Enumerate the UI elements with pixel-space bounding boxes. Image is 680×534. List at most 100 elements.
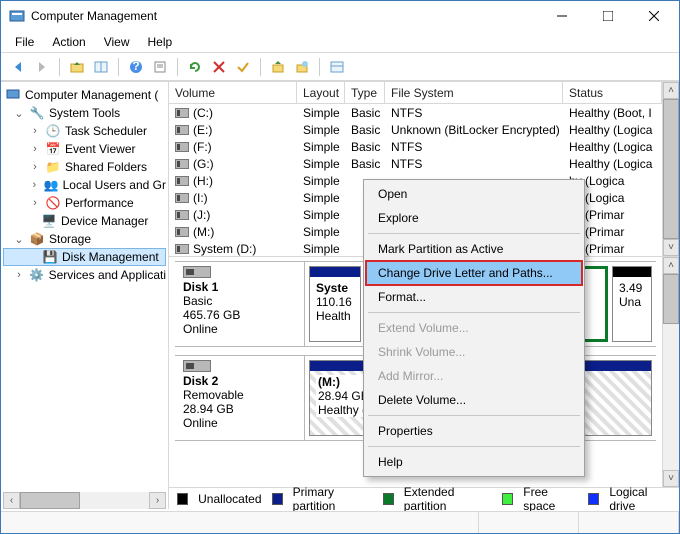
clock-icon: 🕒: [45, 123, 61, 139]
properties-icon[interactable]: [149, 56, 171, 78]
tree-event[interactable]: ›📅Event Viewer: [3, 140, 166, 158]
action-icon-1[interactable]: [267, 56, 289, 78]
scroll-down-icon[interactable]: ˅: [663, 239, 679, 256]
tree-storage[interactable]: ⌄📦Storage: [3, 230, 166, 248]
forward-button[interactable]: [31, 56, 53, 78]
event-icon: 📅: [45, 141, 61, 157]
scroll-up-icon[interactable]: ˄: [663, 82, 679, 99]
volume-icon: [175, 193, 189, 203]
chevron-right-icon[interactable]: ›: [29, 125, 41, 137]
title-bar: Computer Management: [1, 1, 679, 31]
chevron-right-icon[interactable]: ›: [13, 269, 25, 281]
minimize-button[interactable]: [539, 2, 585, 30]
tree-systools[interactable]: ⌄🔧System Tools: [3, 104, 166, 122]
menu-help[interactable]: Help: [140, 33, 181, 51]
action-icon-2[interactable]: [291, 56, 313, 78]
volume-icon: [175, 159, 189, 169]
menu-action[interactable]: Action: [44, 33, 93, 51]
volume-row[interactable]: (F:)SimpleBasicNTFSHealthy (Logica: [169, 138, 662, 155]
ctx-format[interactable]: Format...: [366, 285, 582, 309]
tree-services[interactable]: ›⚙️Services and Applicati: [3, 266, 166, 284]
chevron-right-icon[interactable]: ›: [29, 161, 41, 173]
scroll-left-icon[interactable]: ‹: [3, 492, 20, 509]
menu-bar: File Action View Help: [1, 31, 679, 53]
legend-swatch: [588, 493, 599, 505]
volume-icon: [175, 227, 189, 237]
col-volume[interactable]: Volume: [169, 82, 297, 103]
check-icon[interactable]: [232, 56, 254, 78]
disk2-header: Disk 2 Removable 28.94 GB Online: [175, 356, 305, 440]
ctx-shrink: Shrink Volume...: [366, 340, 582, 364]
chevron-right-icon[interactable]: ›: [29, 143, 41, 155]
grid-vscrollbar[interactable]: ˄ ˅: [662, 82, 679, 256]
col-layout[interactable]: Layout: [297, 82, 345, 103]
tree-shared[interactable]: ›📁Shared Folders: [3, 158, 166, 176]
folder-icon: 📁: [45, 159, 61, 175]
tree-task[interactable]: ›🕒Task Scheduler: [3, 122, 166, 140]
volume-icon: [175, 210, 189, 220]
col-type[interactable]: Type: [345, 82, 385, 103]
legend: Unallocated Primary partition Extended p…: [169, 487, 679, 509]
ctx-explore[interactable]: Explore: [366, 206, 582, 230]
tree-pane: Computer Management ( ⌄🔧System Tools ›🕒T…: [1, 82, 169, 509]
partition[interactable]: Syste110.16Health: [309, 266, 361, 342]
chevron-right-icon[interactable]: ›: [29, 179, 40, 191]
scroll-thumb[interactable]: [663, 99, 679, 239]
close-button[interactable]: [631, 2, 677, 30]
tree-root[interactable]: Computer Management (: [3, 86, 166, 104]
folder-up-icon[interactable]: [66, 56, 88, 78]
disk-icon: 💾: [42, 249, 58, 265]
menu-file[interactable]: File: [7, 33, 42, 51]
help-icon[interactable]: ?: [125, 56, 147, 78]
volume-icon: [175, 244, 189, 254]
show-hide-console-icon[interactable]: [90, 56, 112, 78]
toolbar: ?: [1, 53, 679, 81]
maximize-button[interactable]: [585, 2, 631, 30]
volume-row[interactable]: (G:)SimpleBasicNTFSHealthy (Logica: [169, 155, 662, 172]
disk1-header: Disk 1 Basic 465.76 GB Online: [175, 262, 305, 346]
device-icon: 🖥️: [41, 213, 57, 229]
chevron-right-icon[interactable]: ›: [29, 197, 41, 209]
context-menu: Open Explore Mark Partition as Active Ch…: [363, 179, 585, 477]
tree-users[interactable]: ›👥Local Users and Gr: [3, 176, 166, 194]
app-icon: [9, 8, 25, 24]
ctx-mark-active[interactable]: Mark Partition as Active: [366, 237, 582, 261]
scroll-right-icon[interactable]: ›: [149, 492, 166, 509]
delete-icon[interactable]: [208, 56, 230, 78]
back-button[interactable]: [7, 56, 29, 78]
users-icon: 👥: [44, 177, 59, 193]
ctx-properties[interactable]: Properties: [366, 419, 582, 443]
scroll-up-icon[interactable]: ˄: [663, 257, 679, 274]
scroll-thumb[interactable]: [20, 492, 80, 509]
ctx-open[interactable]: Open: [366, 182, 582, 206]
legend-swatch: [177, 493, 188, 505]
partition-bar: [310, 267, 360, 277]
chevron-down-icon[interactable]: ⌄: [13, 107, 25, 120]
disk-icon: [183, 266, 211, 278]
ctx-delete[interactable]: Delete Volume...: [366, 388, 582, 412]
tools-icon: 🔧: [29, 105, 45, 121]
ctx-change-drive-letter[interactable]: Change Drive Letter and Paths...: [366, 261, 582, 285]
col-status[interactable]: Status: [563, 82, 662, 103]
scroll-thumb[interactable]: [663, 274, 679, 324]
volume-icon: [175, 108, 189, 118]
menu-view[interactable]: View: [96, 33, 138, 51]
volume-row[interactable]: (E:)SimpleBasicUnknown (BitLocker Encryp…: [169, 121, 662, 138]
volume-row[interactable]: (C:)SimpleBasicNTFSHealthy (Boot, I: [169, 104, 662, 121]
disk-vscrollbar[interactable]: ˄ ˅: [662, 257, 679, 487]
tree-hscrollbar[interactable]: ‹ ›: [3, 492, 166, 509]
scroll-down-icon[interactable]: ˅: [663, 470, 679, 487]
partition[interactable]: 3.49Una: [612, 266, 652, 342]
list-view-icon[interactable]: [326, 56, 348, 78]
tree-perf[interactable]: ›🚫Performance: [3, 194, 166, 212]
partition-bar: [613, 267, 651, 277]
refresh-icon[interactable]: [184, 56, 206, 78]
tree-diskmgmt[interactable]: 💾Disk Management: [3, 248, 166, 266]
ctx-mirror: Add Mirror...: [366, 364, 582, 388]
chevron-down-icon[interactable]: ⌄: [13, 233, 25, 246]
tree-devmgr[interactable]: 🖥️Device Manager: [3, 212, 166, 230]
ctx-extend: Extend Volume...: [366, 316, 582, 340]
col-fs[interactable]: File System: [385, 82, 563, 103]
legend-swatch: [272, 493, 283, 505]
ctx-help[interactable]: Help: [366, 450, 582, 474]
